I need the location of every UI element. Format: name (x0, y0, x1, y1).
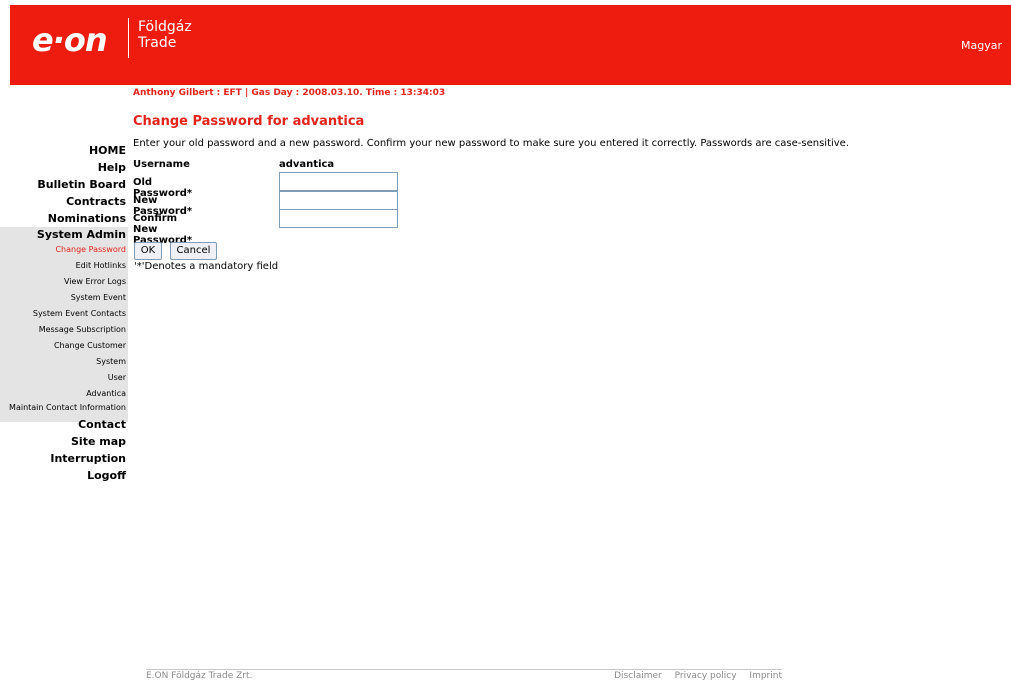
footer-links: Disclaimer Privacy policy Imprint (604, 671, 782, 681)
nav-contact[interactable]: Contact (0, 416, 128, 433)
disclaimer-link[interactable]: Disclaimer (614, 671, 662, 681)
new-password-input[interactable] (279, 191, 398, 210)
old-password-input[interactable] (279, 172, 398, 191)
nav-help[interactable]: Help (0, 159, 128, 176)
brand-line-2: Trade (138, 35, 177, 51)
nav-system-admin[interactable]: System Admin (0, 227, 128, 242)
imprint-link[interactable]: Imprint (749, 671, 782, 681)
footer-company: E.ON Földgáz Trade Zrt. (146, 671, 253, 681)
username-label: Username (133, 159, 190, 170)
footer-divider (146, 669, 782, 670)
nav-contracts[interactable]: Contracts (0, 193, 128, 210)
nav-site-map[interactable]: Site map (0, 433, 128, 450)
header-bar: e·on Földgáz Trade Magyar (10, 5, 1011, 85)
nav-system-event-contacts[interactable]: System Event Contacts (0, 306, 128, 322)
nav-change-password[interactable]: Change Password (0, 242, 128, 258)
left-navigation: HOME Help Bulletin Board Contracts Nomin… (0, 140, 128, 484)
nav-home[interactable]: HOME (0, 142, 128, 159)
nav-edit-hotlinks[interactable]: Edit Hotlinks (0, 258, 128, 274)
confirm-password-input[interactable] (279, 209, 398, 228)
brand-line-1: Földgáz (138, 19, 192, 35)
nav-system-event[interactable]: System Event (0, 290, 128, 306)
ok-button[interactable]: OK (134, 242, 162, 260)
nav-logoff[interactable]: Logoff (0, 467, 128, 484)
user-status-line: Anthony Gilbert : EFT | Gas Day : 2008.0… (133, 88, 446, 98)
language-link[interactable]: Magyar (961, 39, 1002, 52)
brand-name: Földgáz Trade (138, 19, 192, 51)
logo-divider (128, 18, 129, 58)
page-title: Change Password for advantica (133, 114, 365, 129)
system-admin-submenu: System Admin Change Password Edit Hotlin… (0, 227, 128, 422)
nav-advantica[interactable]: Advantica (0, 386, 128, 402)
mandatory-note: '*'Denotes a mandatory field (134, 261, 279, 272)
nav-view-error-logs[interactable]: View Error Logs (0, 274, 128, 290)
nav-user[interactable]: User (0, 370, 128, 386)
nav-interruption[interactable]: Interruption (0, 450, 128, 467)
intro-text: Enter your old password and a new passwo… (133, 138, 850, 149)
nav-bulletin-board[interactable]: Bulletin Board (0, 176, 128, 193)
nav-nominations[interactable]: Nominations (0, 210, 128, 227)
eon-logo[interactable]: e·on (32, 20, 108, 60)
cancel-button[interactable]: Cancel (170, 242, 217, 260)
nav-message-subscription[interactable]: Message Subscription (0, 322, 128, 338)
username-value: advantica (279, 159, 335, 170)
nav-system[interactable]: System (0, 354, 128, 370)
nav-change-customer[interactable]: Change Customer (0, 338, 128, 354)
privacy-policy-link[interactable]: Privacy policy (675, 671, 737, 681)
